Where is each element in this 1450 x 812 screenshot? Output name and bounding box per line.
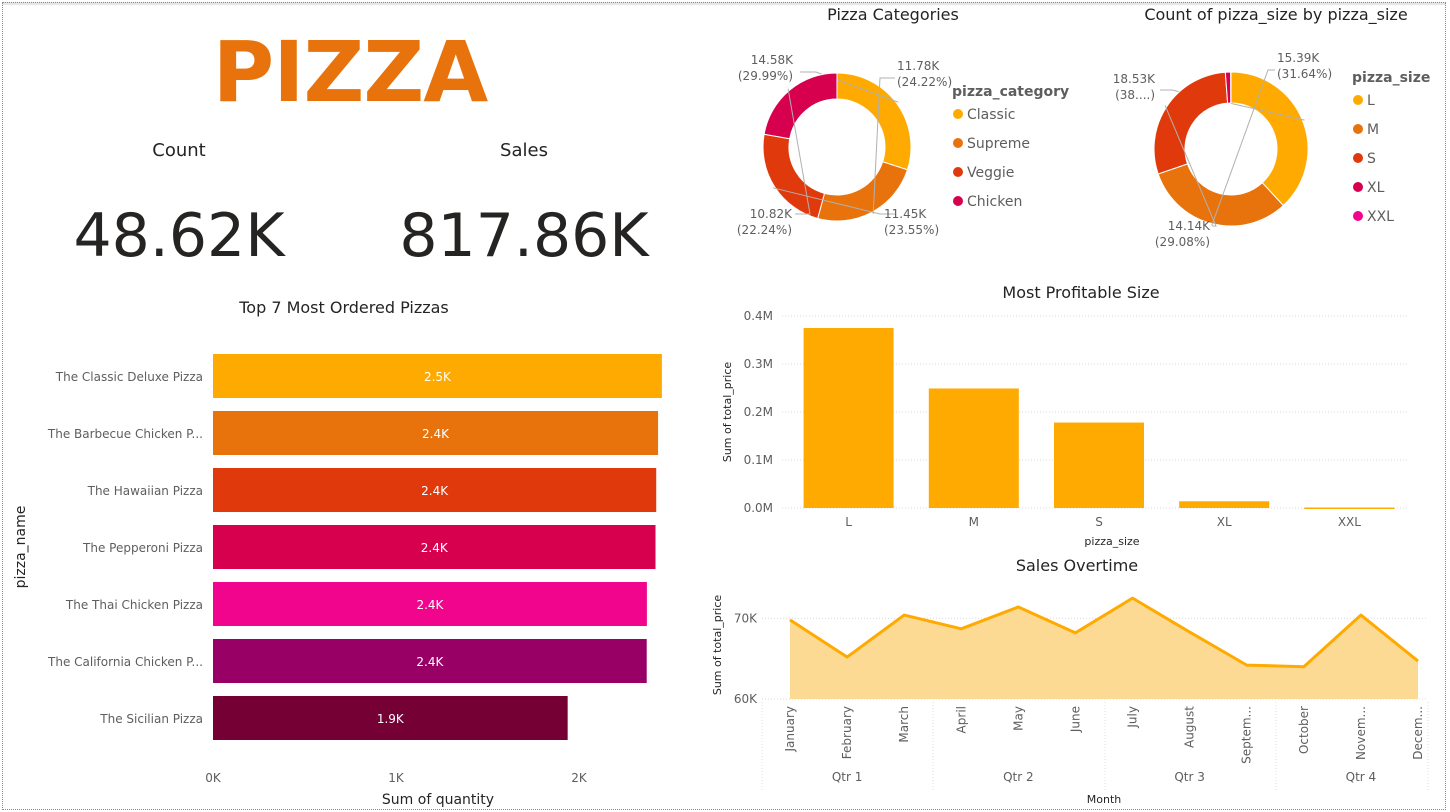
- sales-overtime-area-chart[interactable]: Sales Overtime 60K 70K January February March…: [0, 0, 1450, 812]
- chart-title: Sales Overtime: [1016, 556, 1138, 575]
- quarter-label: Qtr 3: [1174, 770, 1205, 784]
- x-tick-label: March: [897, 706, 911, 743]
- x-tick-label: January: [783, 706, 797, 753]
- x-tick-label: Decem...: [1411, 706, 1425, 760]
- x-tick-label: August: [1183, 706, 1197, 748]
- x-tick-label: June: [1068, 706, 1082, 733]
- quarter-label: Qtr 2: [1003, 770, 1034, 784]
- x-tick-label: May: [1011, 706, 1025, 731]
- x-tick-label: February: [840, 706, 854, 759]
- y-tick-label: 70K: [734, 611, 758, 625]
- x-tick-label: April: [954, 706, 968, 733]
- y-axis-label: Sum of total_price: [711, 595, 724, 696]
- x-tick-label: Novem...: [1354, 706, 1368, 760]
- x-tick-label: October: [1297, 706, 1311, 754]
- quarter-label: Qtr 4: [1346, 770, 1377, 784]
- y-tick-label: 60K: [734, 692, 758, 706]
- x-axis-label: Month: [1087, 793, 1122, 806]
- quarter-label: Qtr 1: [832, 770, 863, 784]
- x-tick-label: July: [1126, 706, 1140, 729]
- x-tick-label: Septem...: [1240, 706, 1254, 764]
